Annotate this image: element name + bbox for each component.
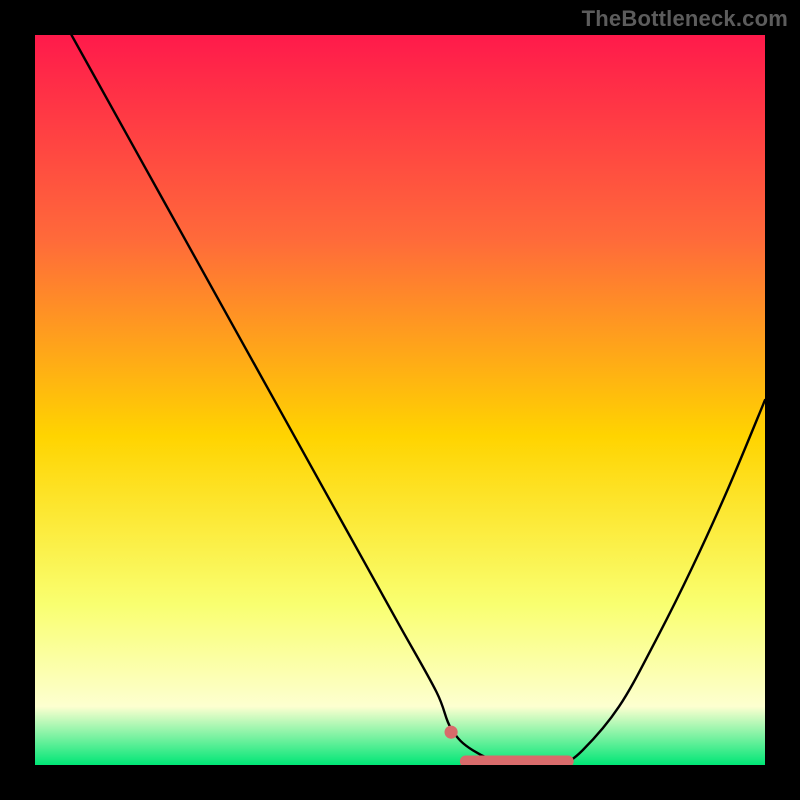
optimal-point-marker	[445, 726, 458, 739]
plot-area	[35, 35, 765, 765]
bottleneck-curve-svg	[35, 35, 765, 765]
chart-frame: TheBottleneck.com	[0, 0, 800, 800]
watermark-text: TheBottleneck.com	[582, 6, 788, 32]
bottleneck-curve	[72, 35, 766, 765]
